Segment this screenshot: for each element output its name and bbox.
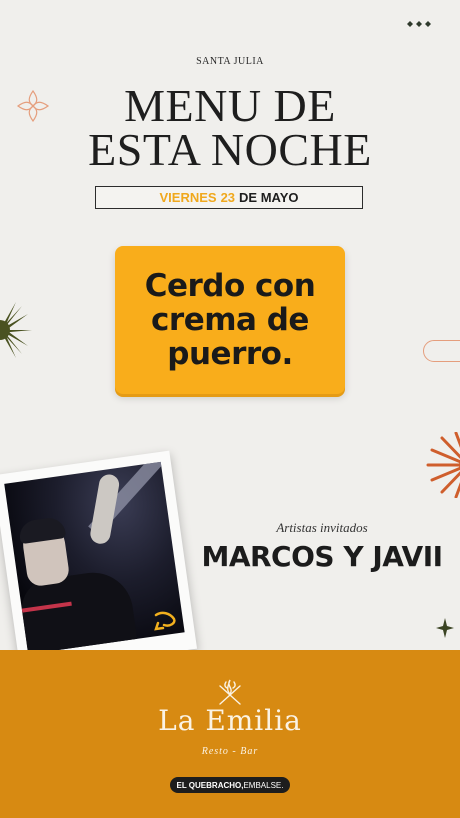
- artists-label: Artistas invitados: [276, 520, 368, 535]
- date-month: DE MAYO: [239, 190, 299, 205]
- location-badge: EL QUEBRACHO, EMBALSE.: [170, 777, 290, 793]
- title-line-1: MENU DE: [124, 80, 336, 131]
- artist-photo-card: [0, 450, 198, 674]
- date-banner: VIERNES 23 DE MAYO: [95, 186, 363, 209]
- three-dots-icon: [407, 21, 431, 27]
- dish-line-2: crema de: [151, 302, 309, 338]
- brand-label: SANTA JULIA: [196, 56, 264, 67]
- artists-name: MARCOS Y JAVII: [201, 540, 443, 573]
- logo-subtitle: Resto - Bar: [201, 746, 259, 757]
- diamond-star-icon: [436, 618, 454, 638]
- sun-burst-icon: [0, 302, 32, 358]
- date-day: 23: [220, 190, 236, 205]
- dish-line-3: puerro.: [167, 336, 293, 372]
- title-line-2: ESTA NOCHE: [88, 124, 372, 175]
- location-light: EMBALSE.: [243, 780, 284, 790]
- dish-name: Cerdo con crema de puerro.: [145, 269, 316, 371]
- date-weekday: VIERNES: [159, 190, 217, 205]
- pill-outline-icon: [423, 340, 460, 362]
- dish-line-1: Cerdo con: [144, 268, 316, 304]
- fan-burst-icon: [426, 432, 460, 498]
- dish-card: Cerdo con crema de puerro.: [115, 246, 345, 394]
- scribble-icon: [154, 611, 176, 631]
- page-title: MENU DE ESTA NOCHE: [0, 80, 460, 175]
- location-bold: EL QUEBRACHO,: [176, 780, 244, 790]
- logo-name: La Emilia: [158, 704, 302, 737]
